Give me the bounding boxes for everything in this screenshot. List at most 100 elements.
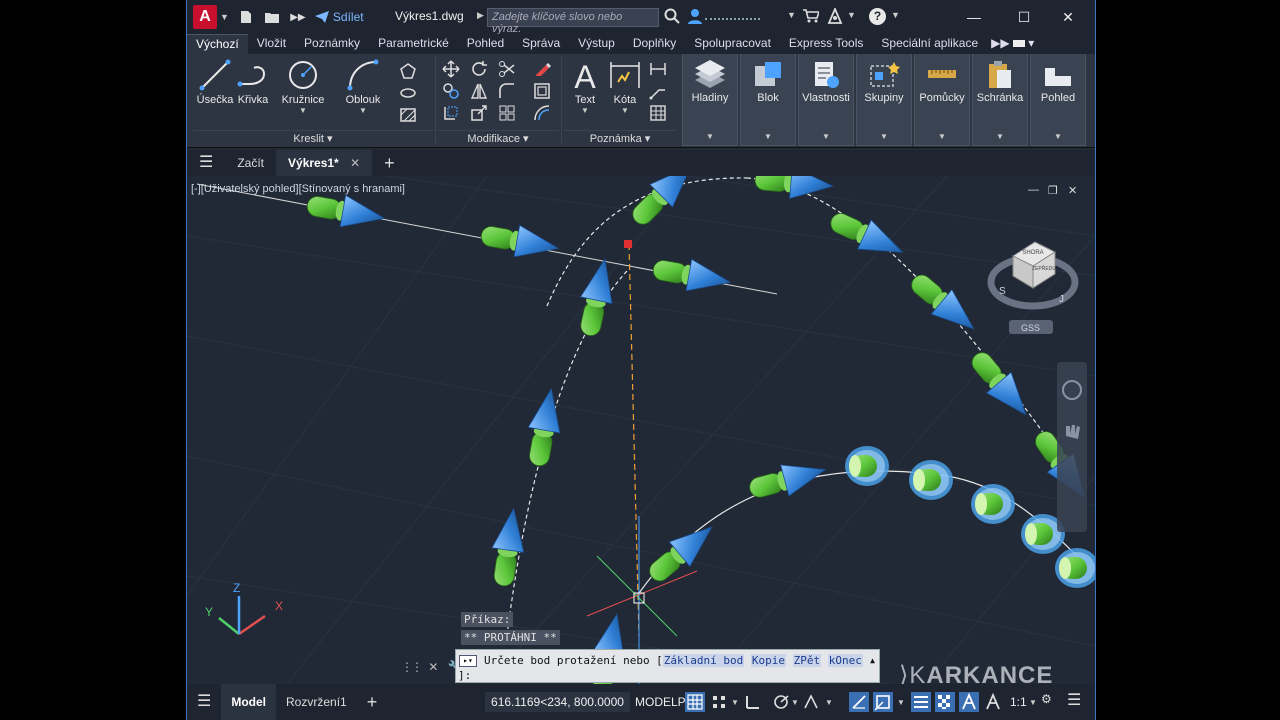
drag-handle-icon[interactable]: ⋮⋮ [401,660,423,674]
view-panel-button[interactable]: Pohled ▼ [1030,54,1086,146]
copy-icon[interactable] [442,82,460,100]
viewport-close-icon[interactable]: ✕ [1068,184,1077,197]
annotation-visibility-icon[interactable] [959,692,979,712]
arrow-array-top[interactable] [304,176,1095,507]
viewcube-top-face[interactable]: SHORA [1022,250,1043,256]
layers-panel-button[interactable]: Hladiny ▼ [682,54,738,146]
properties-panel-button[interactable]: Vlastnosti ▼ [798,54,854,146]
chevron-down-icon[interactable]: ▼ [791,698,799,707]
chevron-down-icon[interactable]: ▼ [281,106,325,115]
polyline-tool[interactable]: Křivka [233,58,273,106]
isometric-drafting-icon[interactable] [801,692,821,712]
rotate-icon[interactable] [470,60,488,78]
object-snap-icon[interactable] [873,692,893,712]
close-tab-icon[interactable]: ✕ [350,156,360,170]
chevron-down-icon[interactable]: ▼ [787,10,796,20]
tab-express-tools[interactable]: Express Tools [780,34,872,54]
chevron-down-icon[interactable]: ▼ [825,698,833,707]
ucs-menu-button[interactable]: GSS [1009,320,1053,334]
model-space-button[interactable]: MODELP [632,692,689,712]
arc-tool[interactable]: Oblouk ▼ [343,58,383,115]
application-menu-button[interactable]: A [193,5,217,29]
chevron-down-icon[interactable]: ▼ [897,698,905,707]
option-base-point[interactable]: Základní bod [662,654,745,667]
chevron-down-icon[interactable]: ▼ [343,106,383,115]
hot-grip[interactable] [624,240,632,248]
layout-menu-icon[interactable]: ☰ [187,684,221,720]
new-tab-button[interactable]: + [372,150,407,176]
tab-insert[interactable]: Vložit [248,34,295,54]
more-tabs-icon[interactable]: ▶▶ ▾ [987,34,1038,54]
tab-start[interactable]: Začít [225,150,276,176]
tab-addins[interactable]: Doplňky [624,34,685,54]
close-button[interactable]: ✕ [1053,6,1083,28]
move-icon[interactable] [442,60,460,78]
tab-output[interactable]: Výstup [569,34,624,54]
text-tool[interactable]: A Text ▼ [565,58,605,115]
new-layout-button[interactable]: + [357,684,388,720]
settings-icon[interactable]: ⚙ [1041,692,1052,706]
chevron-down-icon[interactable]: ▼ [847,10,856,20]
rectangular-array-icon[interactable] [498,104,516,122]
chevron-down-icon[interactable]: ▼ [605,106,645,115]
tab-manage[interactable]: Správa [513,34,569,54]
stretch-icon[interactable] [442,104,460,122]
chevron-down-icon[interactable]: ▼ [220,12,229,22]
new-file-icon[interactable] [237,9,255,25]
menu-icon[interactable]: ☰ [187,150,225,176]
hatch-icon[interactable] [399,106,417,124]
search-expand-icon[interactable]: ▶ [477,10,484,21]
chevron-down-icon[interactable]: ▼ [1029,698,1037,707]
command-icon[interactable]: ▸▾ [459,655,477,667]
viewcube-front-face[interactable]: ZEPŘEDU [1032,264,1056,272]
drawing-viewport[interactable]: X Y Z SHORA ZEPŘEDU S J GSS [-][Uživatel… [187,176,1095,684]
chevron-down-icon[interactable]: ▼ [731,698,739,707]
modify-panel-title[interactable]: Modifikace ▾ [437,130,559,146]
draw-panel-title[interactable]: Kreslit ▾ [193,130,433,146]
maximize-button[interactable]: ☐ [1009,6,1039,28]
user-name-redacted[interactable] [705,10,760,20]
option-undo[interactable]: ZPět [792,654,822,667]
tab-parametric[interactable]: Parametrické [369,34,458,54]
grid-display-icon[interactable] [685,692,705,712]
scale-icon[interactable] [470,104,488,122]
viewport-restore-icon[interactable]: ❐ [1048,184,1058,197]
minimize-button[interactable]: — [959,6,989,28]
tab-home[interactable]: Výchozí [187,34,248,54]
object-snap-tracking-icon[interactable] [849,692,869,712]
search-input[interactable]: Zadejte klíčové slovo nebo výraz. [487,8,659,35]
command-line-input[interactable]: ▸▾ Určete bod protažení nebo [Základní b… [455,649,880,683]
compass-north-label[interactable]: S [999,286,1006,297]
linear-dimension-icon[interactable] [649,60,667,78]
mirror-icon[interactable] [470,82,488,100]
option-copy[interactable]: Kopie [750,654,787,667]
offset-icon[interactable] [533,104,551,122]
tab-featured-apps[interactable]: Speciální aplikace [872,34,987,54]
command-line-handle[interactable]: ⋮⋮ ✕ 🔧 [401,660,463,674]
search-icon[interactable] [664,8,680,24]
clipboard-panel-button[interactable]: Schránka ▼ [972,54,1028,146]
viewport-controls-label[interactable]: [-][Uživatelský pohled][Stínovaný s hran… [191,183,405,195]
array-icon[interactable] [533,82,551,100]
chevron-down-icon[interactable]: ▼ [891,10,900,20]
annotation-scale[interactable]: 1:1 [1007,692,1030,712]
line-tool[interactable]: Úsečka [195,58,235,106]
tab-collaborate[interactable]: Spolupracovat [685,34,780,54]
help-icon[interactable]: ? [869,8,886,25]
user-icon[interactable] [687,8,703,24]
fillet-icon[interactable] [498,82,516,100]
auto-scale-icon[interactable] [983,692,1003,712]
block-panel-button[interactable]: Blok ▼ [740,54,796,146]
table-icon[interactable] [649,104,667,122]
polar-tracking-icon[interactable] [771,692,791,712]
autodesk-app-icon[interactable] [827,8,843,24]
command-history-expand-icon[interactable]: ▲ [870,656,875,665]
leader-icon[interactable] [649,82,667,100]
lineweight-icon[interactable] [911,692,931,712]
close-icon[interactable]: ✕ [428,660,438,674]
tab-drawing[interactable]: Výkres1* ✕ [276,150,373,176]
groups-panel-button[interactable]: Skupiny ▼ [856,54,912,146]
model-space-canvas[interactable]: X Y Z SHORA ZEPŘEDU S J GSS [187,176,1095,684]
dimension-tool[interactable]: Kóta ▼ [605,58,645,115]
ellipse-icon[interactable] [399,84,417,102]
